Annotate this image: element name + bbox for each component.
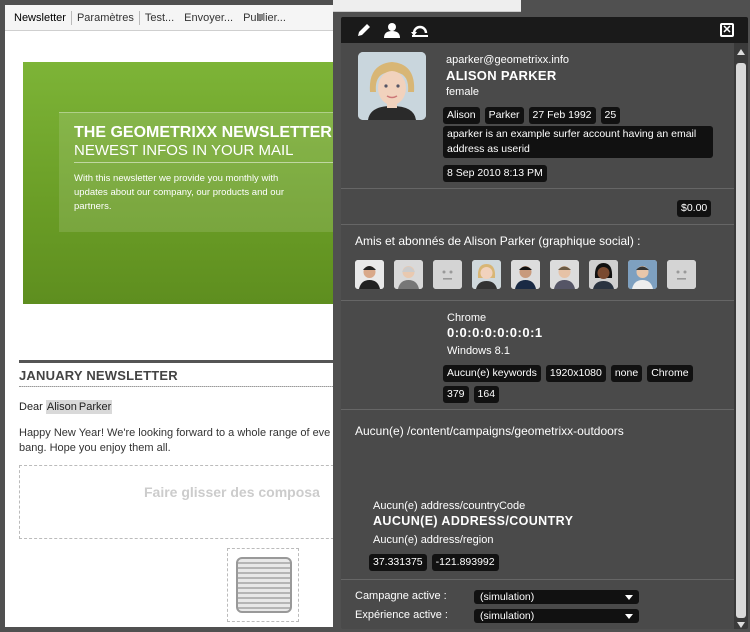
active-experience-label: Expérience active : xyxy=(355,609,448,621)
mouse-y-tag: 164 xyxy=(473,386,500,403)
scroll-thumb[interactable] xyxy=(736,63,746,618)
friend-avatar[interactable] xyxy=(589,260,618,289)
last-name-token: Parker xyxy=(77,400,113,414)
friends-list xyxy=(355,260,706,289)
resolution-tag: 1920x1080 xyxy=(545,365,606,382)
profile-tag: Alison xyxy=(443,107,480,124)
active-experience-value: (simulation) xyxy=(480,610,535,622)
profile-name: ALISON PARKER xyxy=(446,68,557,83)
created-date-tag: 8 Sep 2010 8:13 PM xyxy=(443,165,547,182)
scroll-up-icon[interactable] xyxy=(737,49,745,55)
friend-avatar[interactable] xyxy=(433,260,462,289)
campaign-geo-section xyxy=(341,410,734,580)
chevron-down-icon xyxy=(625,614,633,619)
hero-title: THE GEOMETRIXX NEWSLETTER xyxy=(74,124,332,141)
salutation[interactable]: Dear Alison Parker xyxy=(19,400,113,414)
tab-envoyer[interactable]: Envoyer... xyxy=(179,11,238,25)
top-strip xyxy=(333,0,521,12)
component-drop-zone[interactable]: Faire glisser des composa xyxy=(19,465,333,539)
cart-total: $0.00 xyxy=(677,198,716,217)
hero-subtitle: NEWEST INFOS IN YOUR MAIL xyxy=(74,142,294,159)
image-placeholder-icon xyxy=(236,557,292,613)
profile-description: aparker is an example surfer account hav… xyxy=(443,126,713,158)
friend-avatar[interactable] xyxy=(550,260,579,289)
tab-parametres[interactable]: Paramètres xyxy=(70,10,139,25)
friend-avatar[interactable] xyxy=(472,260,501,289)
chevron-down-icon xyxy=(625,595,633,600)
profile-tag: 25 xyxy=(600,107,621,124)
scroll-down-icon[interactable] xyxy=(737,622,745,628)
keywords-tag: Aucun(e) keywords xyxy=(443,365,541,382)
profile-gender: female xyxy=(446,86,480,98)
body-line: bang. Hope you enjoy them all. xyxy=(19,442,171,454)
active-campaign-select[interactable]: (simulation) xyxy=(474,590,639,604)
hero-divider xyxy=(74,162,333,163)
clientcontext-panel: ✕ aparker@geometrixx.info ALISON PARKER … xyxy=(341,17,748,629)
newsletter-hero-banner[interactable]: THE GEOMETRIXX NEWSLETTER NEWEST INFOS I… xyxy=(23,62,333,304)
referrer-tag: none xyxy=(610,365,643,382)
mouse-x-tag: 379 xyxy=(443,386,469,403)
active-campaign-label: Campagne active : xyxy=(355,590,447,602)
undo-icon[interactable] xyxy=(409,21,431,39)
social-graph-title: Amis et abonnés de Alison Parker (graphi… xyxy=(355,234,641,248)
body-line: Happy New Year! We're looking forward to… xyxy=(19,427,331,439)
friend-avatar[interactable] xyxy=(628,260,657,289)
drop-zone-hint: Faire glisser des composa xyxy=(144,484,320,500)
tab-test[interactable]: Test... xyxy=(138,10,179,25)
profile-email: aparker@geometrixx.info xyxy=(446,54,570,66)
browser-tag: Chrome xyxy=(647,365,693,382)
profile-tag: Parker xyxy=(484,107,524,124)
tab-newsletter[interactable]: Newsletter xyxy=(9,11,71,25)
image-placeholder[interactable] xyxy=(227,548,299,622)
title-underline xyxy=(19,386,333,387)
cart-section xyxy=(341,189,734,225)
first-name-token: Alison xyxy=(45,400,78,414)
profile-created: 8 Sep 2010 8:13 PM xyxy=(443,163,552,182)
hero-text: With this newsletter we provide you mont… xyxy=(74,173,285,212)
mouse-position-tags: 379 164 xyxy=(443,384,504,403)
friend-avatar[interactable] xyxy=(355,260,384,289)
section-rule xyxy=(19,360,333,363)
pencil-icon[interactable] xyxy=(353,21,375,39)
tab-publier[interactable]: Publier... xyxy=(238,11,291,25)
newsletter-body[interactable]: Happy New Year! We're looking forward to… xyxy=(19,426,333,456)
friend-avatar[interactable] xyxy=(511,260,540,289)
newsletter-title[interactable]: JANUARY NEWSLETTER xyxy=(19,368,178,383)
avatar[interactable] xyxy=(358,52,426,120)
os-name: Windows 8.1 xyxy=(447,345,510,357)
cart-total-tag: $0.00 xyxy=(677,200,712,217)
profile-tags: Alison Parker 27 Feb 1992 25 xyxy=(443,105,625,124)
user-icon[interactable] xyxy=(381,21,403,39)
active-experience-select[interactable]: (simulation) xyxy=(474,609,639,623)
panel-toolbar: ✕ xyxy=(341,17,748,43)
panel-scrollbar[interactable] xyxy=(734,43,748,629)
handle-icon xyxy=(258,14,264,20)
tech-tags: Aucun(e) keywords 1920x1080 none Chrome xyxy=(443,363,698,382)
active-campaign-value: (simulation) xyxy=(480,591,535,603)
editor-tabs: Newsletter Paramètres Test... Envoyer...… xyxy=(5,5,333,31)
friend-avatar[interactable] xyxy=(394,260,423,289)
newsletter-editor: Newsletter Paramètres Test... Envoyer...… xyxy=(5,5,333,627)
profile-tag: 27 Feb 1992 xyxy=(528,107,596,124)
ip-address: 0:0:0:0:0:0:0:1 xyxy=(447,325,543,340)
page: Newsletter Paramètres Test... Envoyer...… xyxy=(0,0,750,632)
tech-section xyxy=(341,301,734,410)
salutation-dear: Dear xyxy=(19,401,43,413)
friend-avatar[interactable] xyxy=(667,260,696,289)
browser-name: Chrome xyxy=(447,312,487,324)
close-icon[interactable]: ✕ xyxy=(720,23,734,37)
